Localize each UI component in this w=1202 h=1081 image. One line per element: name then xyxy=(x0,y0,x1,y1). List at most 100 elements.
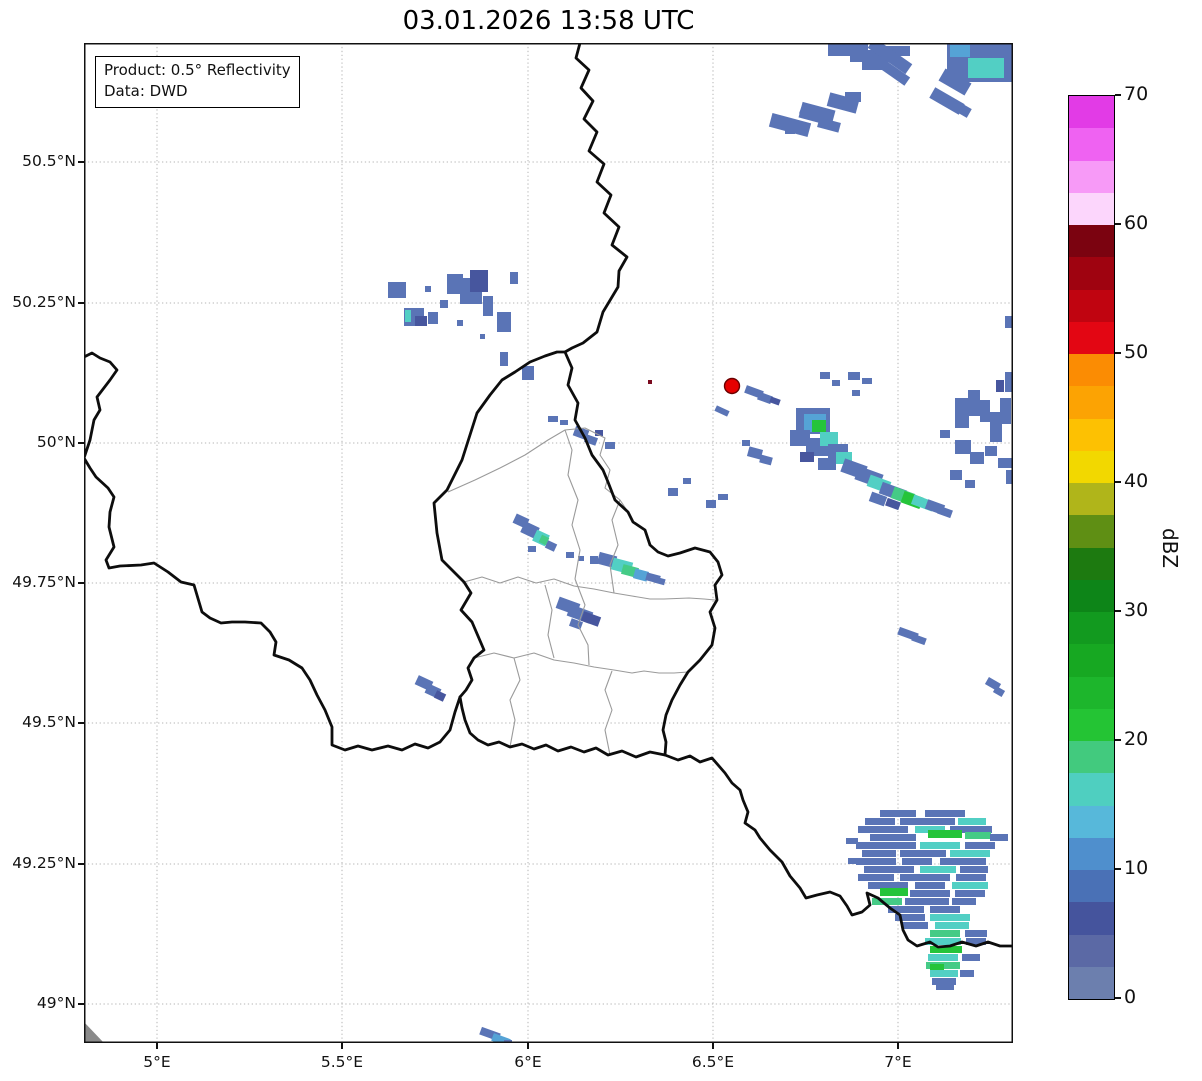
radar-echo-cell xyxy=(902,922,928,929)
colorbar-tick-mark xyxy=(1115,868,1121,870)
colorbar-band xyxy=(1069,644,1114,677)
radar-echo-cell xyxy=(812,420,826,432)
national-border xyxy=(432,350,724,759)
radar-echo-cell xyxy=(928,954,958,961)
radar-echo-cell xyxy=(950,850,990,857)
radar-echo-cell xyxy=(528,546,536,552)
x-tick-label: 6.5°E xyxy=(691,1053,735,1071)
radar-echo-cell xyxy=(560,420,568,425)
colorbar-tick-mark xyxy=(1115,481,1121,483)
radar-echo-cell xyxy=(864,866,914,873)
radar-echo-cell xyxy=(930,964,944,970)
radar-echo-cell xyxy=(928,830,962,838)
colorbar xyxy=(1068,95,1115,1000)
radar-echo-cell xyxy=(932,978,956,985)
x-tick-label: 5°E xyxy=(143,1053,171,1071)
colorbar-tick-label: 70 xyxy=(1124,83,1149,105)
colorbar-band xyxy=(1069,483,1114,516)
y-tick-mark xyxy=(78,161,84,163)
colorbar-band xyxy=(1069,676,1114,709)
radar-echo-cell xyxy=(759,454,773,466)
colorbar-tick-label: 10 xyxy=(1124,857,1149,879)
x-tick-mark xyxy=(341,1043,343,1049)
radar-echo-cell xyxy=(706,500,716,508)
radar-echo-cell xyxy=(925,810,965,817)
regional-border xyxy=(604,670,613,756)
radar-figure: 03.01.2026 13:58 UTC Product: 0.5° Refle… xyxy=(0,0,1202,1081)
radar-echo-cell xyxy=(960,866,988,873)
corner-terrain-wedge xyxy=(84,1022,104,1043)
colorbar-tick-mark xyxy=(1115,610,1121,612)
radar-echo-cell xyxy=(944,96,972,118)
data-source-line: Data: DWD xyxy=(104,82,188,101)
colorbar-band xyxy=(1069,773,1114,806)
radar-echo-cell xyxy=(848,372,860,380)
y-tick-mark xyxy=(78,582,84,584)
radar-echo-cell xyxy=(952,882,988,889)
radar-echo-cell xyxy=(870,834,916,841)
colorbar-band xyxy=(1069,225,1114,258)
radar-echo-cell xyxy=(800,452,814,462)
product-line: Product: 0.5° Reflectivity xyxy=(104,61,291,79)
radar-echo-cell xyxy=(497,312,511,332)
product-info-box: Product: 0.5° Reflectivity Data: DWD xyxy=(95,56,300,108)
y-tick-label: 50°N xyxy=(36,433,76,451)
y-tick-mark xyxy=(78,302,84,304)
radar-echo-cell xyxy=(856,842,916,849)
colorbar-band xyxy=(1069,192,1114,225)
colorbar-tick-mark xyxy=(1115,739,1121,741)
radar-echo-cell xyxy=(900,874,950,881)
x-tick-mark xyxy=(527,1043,529,1049)
radar-echo-cell xyxy=(590,556,598,564)
colorbar-tick-label: 30 xyxy=(1124,599,1149,621)
colorbar-band xyxy=(1069,934,1114,967)
radar-echo-cell xyxy=(952,898,976,905)
radar-echo-cell xyxy=(845,92,861,102)
radar-echo-cell xyxy=(920,842,960,849)
radar-echo-cell xyxy=(990,834,1008,841)
national-border xyxy=(84,351,462,752)
radar-echo-cell xyxy=(985,446,997,456)
colorbar-tick-mark xyxy=(1115,94,1121,96)
regional-border xyxy=(463,576,716,601)
radar-echo-cell xyxy=(955,398,969,428)
radar-echo-cell xyxy=(832,380,840,386)
radar-echo-cell xyxy=(388,282,406,298)
radar-echo-cell xyxy=(880,888,908,896)
small-speck xyxy=(648,380,652,384)
radar-echo-cell xyxy=(566,552,574,558)
x-tick-mark xyxy=(156,1043,158,1049)
radar-echo-cell xyxy=(900,850,946,857)
colorbar-band xyxy=(1069,128,1114,161)
colorbar-band xyxy=(1069,321,1114,354)
radar-echo-cell xyxy=(605,442,615,449)
y-tick-label: 50.5°N xyxy=(22,152,76,170)
radar-echo-cell xyxy=(968,390,980,416)
colorbar-band xyxy=(1069,289,1114,322)
colorbar-tick-label: 0 xyxy=(1124,986,1137,1008)
colorbar-label: dBZ xyxy=(1158,527,1182,569)
radar-map xyxy=(84,43,1013,1043)
radar-echo-cell xyxy=(940,430,950,438)
colorbar-band xyxy=(1069,354,1114,387)
radar-echo-cell xyxy=(915,882,945,889)
y-tick-mark xyxy=(78,1003,84,1005)
colorbar-band xyxy=(1069,386,1114,419)
radar-echo-cell xyxy=(962,954,980,961)
radar-echo-cell xyxy=(654,576,666,586)
radar-echo-cell xyxy=(862,850,896,857)
x-tick-mark xyxy=(712,1043,714,1049)
radar-echo-cell xyxy=(980,400,990,422)
national-border xyxy=(563,43,629,354)
figure-title: 03.01.2026 13:58 UTC xyxy=(402,6,695,36)
radar-echo-cell xyxy=(910,890,950,897)
radar-echo-cell xyxy=(548,416,558,422)
radar-echo-cell xyxy=(930,930,960,937)
radar-echo-cell xyxy=(930,914,970,921)
radar-echo-cell xyxy=(902,858,932,865)
radar-echo-cell xyxy=(714,405,730,417)
y-tick-mark xyxy=(78,722,84,724)
radar-echo-cell xyxy=(958,818,986,825)
radar-echo-cell xyxy=(880,810,916,817)
radar-echo-cell xyxy=(968,58,1004,78)
